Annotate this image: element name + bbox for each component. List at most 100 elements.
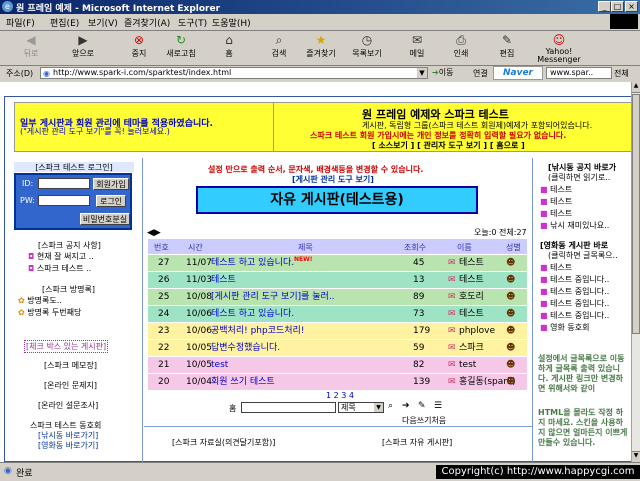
- vertical-scrollbar[interactable]: ▲ ▼: [631, 82, 640, 462]
- scroll-down-icon[interactable]: ▼: [632, 451, 640, 462]
- list-item[interactable]: ■ 테스트: [540, 196, 572, 207]
- guestbook-item[interactable]: ✿ 방명록 두번째당: [18, 307, 81, 318]
- search-button[interactable]: ⌕ 검색: [258, 33, 300, 63]
- list-item[interactable]: ■ 테스트 중입니다..: [540, 310, 609, 321]
- col-header-views: 조회수: [404, 243, 427, 252]
- write-icon[interactable]: ✎: [418, 401, 426, 411]
- table-row[interactable]: 26 11/03 테스트 13 ✉ 테스트 ☻: [148, 272, 527, 288]
- row-number: 27: [158, 258, 170, 268]
- find-password-button[interactable]: 비밀번호분실: [80, 213, 130, 225]
- history-button[interactable]: ◷ 목록보기: [346, 33, 388, 63]
- minimize-button[interactable]: _: [598, 1, 611, 12]
- search-icon[interactable]: ⌕: [388, 401, 393, 411]
- back-arrow-icon: ◀: [26, 33, 36, 47]
- home-link[interactable]: 홈: [229, 403, 236, 414]
- address-dropdown-icon[interactable]: ▼: [417, 68, 427, 78]
- guestbook-item[interactable]: ✿ 방명록도..: [18, 295, 62, 306]
- next-write-first-link[interactable]: 다음쓰기처음: [402, 415, 446, 426]
- menu-help[interactable]: 도움말(H): [212, 16, 251, 29]
- login-pw-input[interactable]: [38, 195, 90, 206]
- naver-search-input[interactable]: www.spar..: [546, 67, 612, 79]
- list-item[interactable]: ■ 테스트: [540, 208, 572, 219]
- scroll-thumb[interactable]: [632, 94, 640, 334]
- list-item[interactable]: ■ 테스트: [540, 184, 572, 195]
- refresh-button[interactable]: ↻ 새로고침: [160, 33, 202, 63]
- menu-file[interactable]: 파일(F): [6, 16, 35, 29]
- menu-favorites[interactable]: 즐겨찾기(A): [124, 16, 170, 29]
- checkbox-board-link[interactable]: [체크 박스 있는 게시판]: [24, 340, 109, 353]
- join-button[interactable]: 회원가입: [93, 178, 129, 190]
- table-row[interactable]: 22 10/05 답변수정했습니다. 59 ✉ 스파크 ☻: [148, 340, 527, 356]
- banner-links[interactable]: [ 소스보기 ] [ 관리자 도구 보기 ] [ 홈으로 ]: [372, 140, 525, 151]
- search-field-select[interactable]: 제목 ▼: [338, 402, 384, 413]
- expand-icon[interactable]: ◀▶: [147, 228, 161, 238]
- mail-icon[interactable]: ✉: [448, 340, 456, 356]
- table-row[interactable]: 23 10/06 공백처리! php코드처리! 179 ✉ phplove ☻: [148, 323, 527, 339]
- search-all-button[interactable]: 전체: [614, 68, 629, 79]
- memo-link[interactable]: [스파크 메모장]: [44, 360, 97, 371]
- row-title[interactable]: 답변수정했습니다.: [211, 340, 280, 356]
- mail-icon[interactable]: ✉: [448, 374, 456, 390]
- list-icon[interactable]: ☰: [434, 401, 442, 411]
- row-title[interactable]: 회원 쓰기 테스트: [211, 374, 275, 390]
- mail-icon[interactable]: ✉: [448, 323, 456, 339]
- stop-button[interactable]: ⊗ 중지: [118, 33, 160, 63]
- list-item[interactable]: ■ 테스트 중입니다..: [540, 286, 609, 297]
- list-item[interactable]: ■ 테스트 중입니다..: [540, 298, 609, 309]
- table-row[interactable]: 21 10/05 test 82 ✉ test ☻: [148, 357, 527, 373]
- new-badge: NEW!: [294, 256, 313, 263]
- bullet-icon: ■: [540, 221, 548, 230]
- address-input[interactable]: ◉ http://www.spark-i.com/sparktest/index…: [40, 67, 428, 79]
- close-button[interactable]: ×: [625, 1, 638, 12]
- table-row[interactable]: 20 10/04 회원 쓰기 테스트 139 ✉ 홍길동(spark) ☻: [148, 374, 527, 390]
- survey-link[interactable]: [온라인 설문조사]: [38, 400, 98, 411]
- favorites-button[interactable]: ★ 즐겨찾기: [300, 33, 342, 63]
- login-id-input[interactable]: [38, 178, 90, 189]
- row-title[interactable]: 공백처리! php코드처리!: [211, 323, 304, 339]
- mail-icon[interactable]: ✉: [448, 357, 456, 373]
- row-title[interactable]: 테스트: [211, 272, 236, 288]
- mail-icon[interactable]: ✉: [448, 306, 456, 322]
- list-item[interactable]: ■ 낚시 재미있나요..: [540, 220, 609, 231]
- mail-button[interactable]: ✉ 메일: [396, 33, 438, 63]
- list-item[interactable]: ■ 테스트: [540, 262, 572, 273]
- row-title[interactable]: 테스트 하고 있습니다.: [211, 255, 294, 271]
- mail-icon[interactable]: ✉: [448, 289, 456, 305]
- admin-tool-link[interactable]: [게시판 관리 도구 보기]: [292, 174, 374, 185]
- edit-button[interactable]: ✎ 편집: [486, 33, 528, 63]
- login-button[interactable]: 로그인: [96, 195, 126, 207]
- table-row[interactable]: 24 10/06 테스트 하고 있습니다. 73 ✉ 테스트 ☻: [148, 306, 527, 322]
- home-button[interactable]: ⌂ 홈: [208, 33, 250, 63]
- arrow-icon[interactable]: ➔: [402, 401, 410, 411]
- table-row[interactable]: 27 11/07 테스트 하고 있습니다. NEW! 45 ✉ 테스트 ☻: [148, 255, 527, 271]
- menu-tools[interactable]: 도구(T): [178, 16, 207, 29]
- mail-icon[interactable]: ✉: [448, 272, 456, 288]
- mail-icon[interactable]: ✉: [448, 255, 456, 271]
- forward-button[interactable]: ▶ 앞으로: [62, 33, 104, 63]
- row-views: 179: [413, 326, 431, 336]
- menu-edit[interactable]: 편집(E): [50, 16, 79, 29]
- row-title[interactable]: 테스트 하고 있습니다.: [211, 306, 294, 322]
- list-item[interactable]: ■ 영화 동호회: [540, 322, 589, 333]
- print-button[interactable]: ⎙ 인쇄: [440, 33, 482, 63]
- bullet-icon: ■: [540, 209, 548, 218]
- board-search-input[interactable]: [241, 402, 336, 413]
- pagination[interactable]: 1 2 3 4: [326, 391, 354, 400]
- row-title[interactable]: test: [211, 357, 228, 373]
- table-row[interactable]: 25 10/08 [게시판 관리 도구 보기]를 눌러.. 89 ✉ 호도리 ☻: [148, 289, 527, 305]
- scroll-up-icon[interactable]: ▲: [632, 82, 640, 93]
- back-button[interactable]: ◀ 뒤로: [10, 33, 52, 63]
- list-item[interactable]: ■ 테스트 중입니다..: [540, 274, 609, 285]
- maximize-button[interactable]: □: [611, 1, 624, 12]
- menu-view[interactable]: 보기(V): [88, 16, 118, 29]
- notice-item[interactable]: ◘ 스파크 테스트 ..: [28, 263, 91, 274]
- row-title[interactable]: [게시판 관리 도구 보기]를 눌러..: [211, 289, 335, 305]
- links-button[interactable]: 연결: [473, 68, 488, 79]
- naver-logo[interactable]: Naver: [493, 66, 543, 80]
- notice-item[interactable]: ◘ 현재 잘 써지고 ..: [28, 251, 94, 262]
- yahoo-messenger-button[interactable]: ☺ Yahoo! Messenger: [532, 33, 586, 64]
- club-link-movie[interactable]: [영화동 바로가기]: [38, 440, 98, 451]
- stop-icon: ⊗: [133, 33, 145, 47]
- quiz-link[interactable]: [온라인 문제지]: [44, 380, 97, 391]
- go-button[interactable]: ➔이동: [432, 67, 453, 78]
